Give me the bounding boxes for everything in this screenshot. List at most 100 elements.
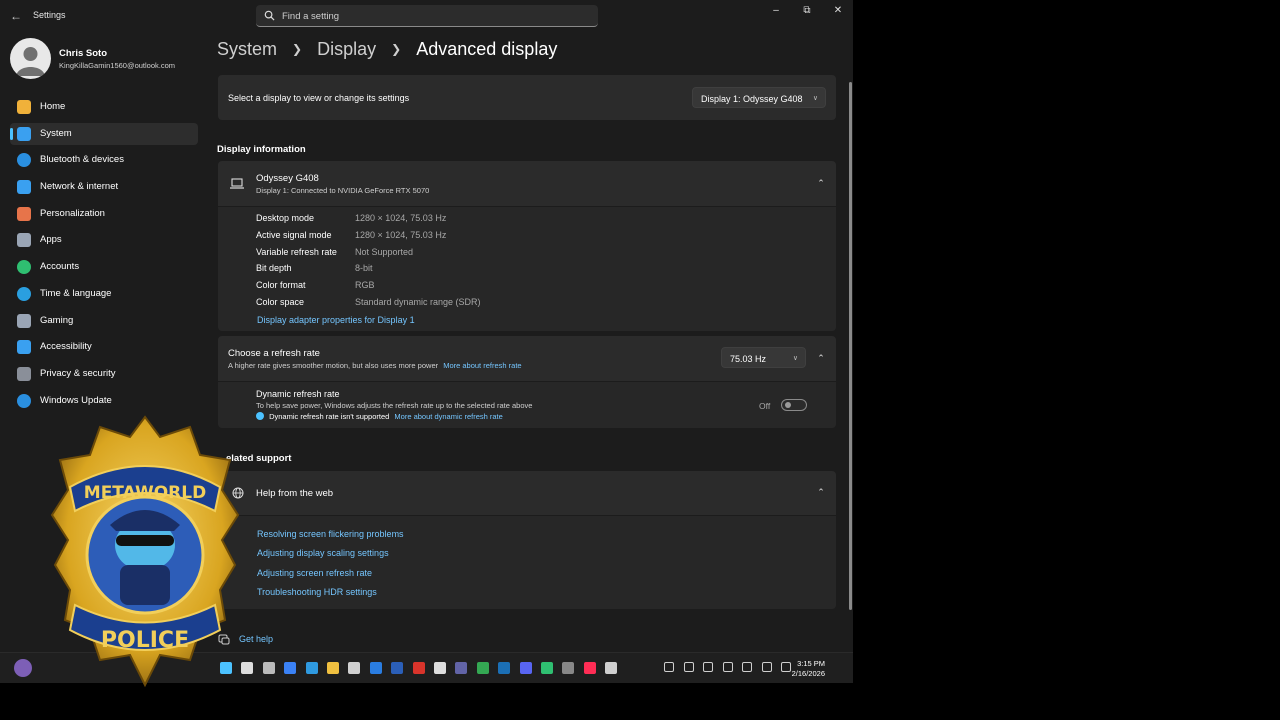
accessibility-icon [17, 340, 31, 355]
help-from-web-header[interactable]: Help from the web ⌃ [218, 471, 836, 515]
widgets-icon[interactable] [14, 659, 32, 677]
chevron-up-icon[interactable] [664, 662, 674, 672]
capcut-icon[interactable] [434, 662, 446, 674]
discord-icon[interactable] [519, 662, 532, 674]
display-select-dropdown[interactable]: Display 1: Odyssey G408 ∨ [692, 87, 826, 108]
clock-date[interactable]: 2/16/2026 [775, 669, 825, 678]
page-title: Advanced display [416, 38, 558, 59]
sidebar-item-label: System [40, 127, 72, 139]
tiktok-icon[interactable] [583, 662, 596, 674]
help-link[interactable]: Adjusting display scaling settings [257, 548, 389, 558]
maximize-button[interactable]: ⧉ [792, 3, 822, 19]
monitor-name: Odyssey G408 [256, 173, 319, 184]
mic-icon[interactable] [722, 662, 733, 672]
title-bar: ← Settings – ⧉ ✕ [0, 0, 853, 32]
profile-name: Chris Soto [59, 48, 108, 59]
get-help-link[interactable]: Get help [239, 634, 273, 644]
display-info-panel [218, 207, 836, 331]
sidebar-item-accounts[interactable]: Accounts [10, 256, 198, 278]
sidebar-item-label: Accessibility [40, 341, 92, 353]
task-view-icon[interactable] [262, 662, 275, 674]
xbox-icon[interactable] [541, 662, 553, 674]
sidebar-item-apps[interactable]: Apps [10, 229, 198, 251]
sidebar-item-personalization[interactable]: Personalization [10, 203, 198, 225]
store-icon[interactable] [348, 662, 361, 674]
sidebar-item-gaming[interactable]: Gaming [10, 310, 198, 332]
avatar-user-icon [16, 47, 45, 76]
system-icon [17, 126, 31, 141]
refresh-rate-dropdown[interactable]: 75.03 Hz ∨ [721, 347, 806, 368]
back-button[interactable]: ← [8, 8, 24, 24]
display-info-label: Variable refresh rate [256, 246, 337, 257]
scrollbar[interactable] [849, 82, 852, 610]
sidebar-item-bluetooth-devices[interactable]: Bluetooth & devices [10, 149, 198, 171]
sidebar-item-label: Apps [40, 234, 62, 246]
chevron-down-icon: ∨ [792, 355, 798, 362]
search-icon[interactable] [241, 662, 254, 674]
gamepad-icon [17, 313, 31, 328]
dynamic-refresh-note: Dynamic refresh rate isn't supported [269, 412, 390, 421]
profile-email: KingKillaGamin1560@outlook.com [59, 61, 176, 70]
sync-icon[interactable] [683, 662, 694, 672]
brush-icon [17, 206, 31, 221]
sidebar-item-home[interactable]: Home [10, 96, 198, 118]
help-link[interactable]: Troubleshooting HDR settings [257, 587, 377, 597]
teams-icon[interactable] [455, 662, 468, 674]
network-icon[interactable] [742, 662, 752, 672]
globe-icon [17, 286, 31, 301]
sidebar-item-privacy-security[interactable]: Privacy & security [10, 363, 198, 385]
help-link[interactable]: Adjusting screen refresh rate [257, 568, 372, 578]
explorer-icon[interactable] [327, 662, 339, 674]
sidebar-item-network-internet[interactable]: Network & internet [10, 176, 198, 198]
chrome-icon[interactable] [476, 662, 489, 674]
help-from-web-title: Help from the web [256, 488, 334, 499]
display-adapter-link[interactable]: Display adapter properties for Display 1 [257, 315, 415, 325]
display-info-label: Color format [256, 280, 306, 291]
sidebar-item-label: Time & language [40, 287, 112, 299]
refresh-rate-description-row: A higher rate gives smoother motion, but… [228, 361, 522, 370]
display-info-value: 8-bit [355, 263, 373, 274]
sidebar-item-label: Privacy & security [40, 367, 116, 379]
more-about-dynamic-refresh-link[interactable]: More about dynamic refresh rate [394, 412, 502, 421]
onedrive-icon[interactable] [703, 662, 713, 672]
collapse-chevron-icon[interactable]: ⌃ [814, 485, 828, 499]
dynamic-refresh-note-row: Dynamic refresh rate isn't supported Mor… [256, 412, 503, 421]
breadcrumb-system[interactable]: System [217, 39, 277, 60]
word-icon[interactable] [391, 662, 404, 674]
acrobat-icon[interactable] [412, 662, 425, 674]
steam-icon[interactable] [498, 662, 511, 674]
monitor-header[interactable]: Odyssey G408 Display 1: Connected to NVI… [218, 161, 836, 206]
help-link[interactable]: Resolving screen flickering problems [257, 529, 404, 539]
more-about-refresh-rate-link[interactable]: More about refresh rate [443, 361, 521, 370]
search-box[interactable] [256, 5, 598, 27]
sidebar-item-windows-update[interactable]: Windows Update [10, 390, 198, 412]
avatar[interactable] [10, 38, 51, 79]
copilot-icon[interactable] [284, 662, 297, 674]
collapse-chevron-icon[interactable]: ⌃ [814, 176, 828, 190]
close-button[interactable]: ✕ [823, 3, 853, 19]
refresh-rate-value: 75.03 Hz [730, 354, 767, 364]
accounts-icon [17, 260, 31, 275]
minimize-button[interactable]: – [761, 3, 791, 19]
obs-icon[interactable] [562, 662, 575, 674]
breadcrumb: System ❯ Display ❯ Advanced display [217, 38, 557, 60]
sidebar-item-label: Windows Update [40, 394, 112, 406]
outlook-icon[interactable] [369, 662, 382, 674]
display-info-value: 1280 × 1024, 75.03 Hz [355, 213, 447, 223]
bluetooth-icon [17, 153, 31, 168]
sidebar-item-accessibility[interactable]: Accessibility [10, 336, 198, 358]
monitor-subtitle: Display 1: Connected to NVIDIA GeForce R… [256, 186, 430, 195]
collapse-chevron-icon[interactable]: ⌃ [814, 351, 828, 365]
home-icon [17, 100, 31, 114]
volume-icon[interactable] [761, 662, 772, 672]
search-input[interactable] [282, 8, 582, 24]
sidebar-item-time-language[interactable]: Time & language [10, 283, 198, 305]
dynamic-refresh-toggle[interactable] [781, 399, 807, 411]
badge-bottom-text: POLICE [101, 628, 189, 653]
sidebar-item-system[interactable]: System [10, 122, 198, 145]
display-select-value: Display 1: Odyssey G408 [701, 94, 803, 104]
edge-icon[interactable] [305, 662, 318, 674]
breadcrumb-display[interactable]: Display [317, 39, 376, 60]
settings-icon[interactable] [605, 662, 618, 674]
clock-time[interactable]: 3:15 PM [775, 659, 825, 668]
